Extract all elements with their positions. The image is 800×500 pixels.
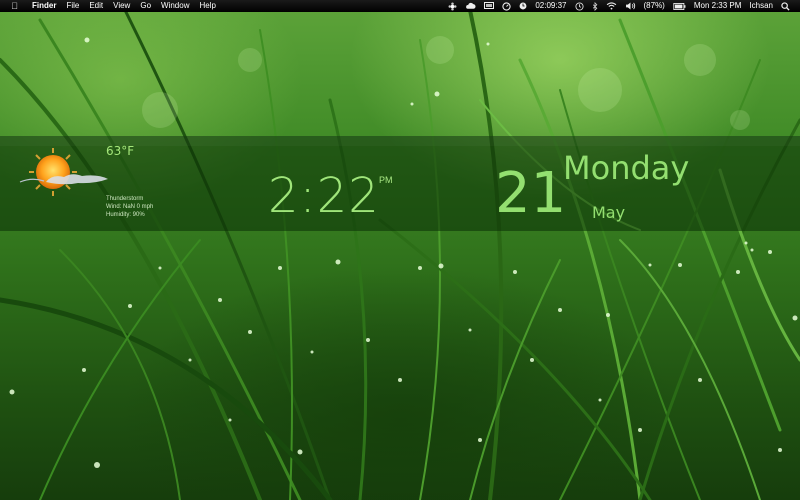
weather-temperature: 63°F: [106, 144, 135, 158]
spotlight-search-icon[interactable]: [777, 1, 794, 11]
menu-view[interactable]: View: [108, 0, 135, 12]
weather-humidity: Humidity: 90%: [106, 212, 145, 218]
battery-percentage[interactable]: (87%): [640, 0, 669, 12]
flower-icon[interactable]: [444, 2, 461, 11]
menu-window[interactable]: Window: [156, 0, 194, 12]
volume-icon[interactable]: [621, 2, 640, 10]
time-machine-icon[interactable]: [571, 1, 588, 11]
menu-bar:  Finder File Edit View Go Window Help 0…: [0, 0, 800, 12]
apple-icon[interactable]: : [9, 0, 20, 12]
weather-condition: Thunderstorm: [106, 196, 144, 202]
menubar-clock[interactable]: Mon 2:33 PM: [690, 0, 746, 12]
weather-thunderstorm-icon: [18, 146, 113, 198]
date-day-number: 21: [495, 161, 567, 226]
menu-go[interactable]: Go: [135, 0, 156, 12]
user-name[interactable]: Ichsan: [745, 0, 777, 12]
display-icon[interactable]: [480, 2, 498, 10]
menu-finder[interactable]: Finder: [27, 0, 61, 12]
timer-readout[interactable]: 02:09:37: [531, 0, 570, 12]
menu-help[interactable]: Help: [194, 0, 220, 12]
grass-illustration: [0, 0, 800, 500]
cloud-icon[interactable]: [461, 2, 480, 10]
battery-icon[interactable]: [669, 2, 690, 10]
date-month: May: [592, 203, 626, 222]
weather-wind: Wind: NaN 0 mph: [106, 204, 154, 210]
timer-icon[interactable]: [515, 2, 531, 10]
date-weekday: Monday: [563, 149, 690, 187]
menu-file[interactable]: File: [61, 0, 84, 12]
desktop-clock-time: 2:22: [268, 168, 380, 224]
dashboard-icon[interactable]: [498, 1, 515, 11]
bluetooth-icon[interactable]: [588, 1, 602, 11]
desktop-clock-ampm: PM: [379, 175, 393, 185]
desktop-wallpaper: [0, 0, 800, 500]
wifi-icon[interactable]: [602, 2, 621, 10]
menu-edit[interactable]: Edit: [84, 0, 108, 12]
